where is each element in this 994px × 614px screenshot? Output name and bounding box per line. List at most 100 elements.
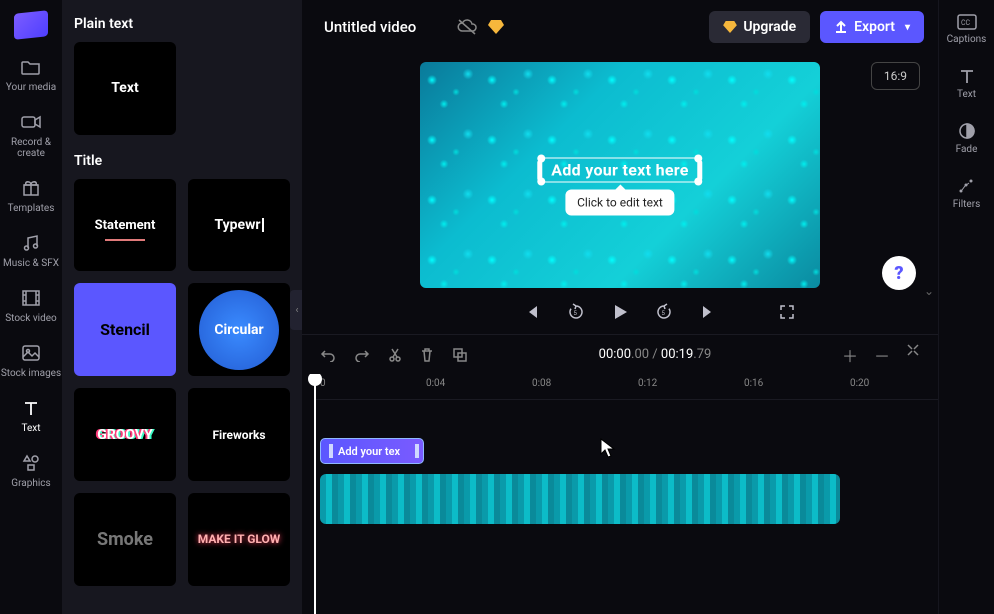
clip-handle-icon[interactable] <box>329 444 333 458</box>
captions-icon: CC <box>957 14 977 30</box>
tick-label: 0:04 <box>426 378 445 389</box>
rewind-5-button[interactable]: 5 <box>565 301 587 323</box>
stage-wrap: 16:9 Add your text here Click to edit te… <box>302 54 938 290</box>
svg-text:5: 5 <box>574 310 578 317</box>
thumb-label: Circular <box>214 322 263 338</box>
resize-handle-icon[interactable] <box>537 160 542 180</box>
panel-filters[interactable]: Filters <box>953 177 981 210</box>
thumb-groovy[interactable]: GROOVY <box>74 388 176 481</box>
diamond-icon <box>488 20 504 34</box>
asset-panel: Plain text Text Title Statement Typewr S… <box>62 0 302 614</box>
fade-icon <box>958 122 976 140</box>
cloud-off-icon[interactable] <box>456 18 478 36</box>
panel-text[interactable]: Text <box>957 67 976 100</box>
nav-label: Text <box>21 423 40 434</box>
timeline[interactable]: 0 0:04 0:08 0:12 0:16 0:20 Add your tex <box>302 374 938 614</box>
svg-text:5: 5 <box>662 310 666 317</box>
nav-label: Templates <box>8 203 55 214</box>
tick-label: 0:16 <box>744 378 763 389</box>
tick-label: 0:08 <box>532 378 551 389</box>
thumb-label: Fireworks <box>212 428 265 442</box>
thumb-fireworks[interactable]: Fireworks <box>188 388 290 481</box>
nav-label: Graphics <box>11 478 50 489</box>
nav-label: Music & SFX <box>3 258 59 269</box>
undo-button[interactable] <box>320 348 336 362</box>
panel-fade[interactable]: Fade <box>956 122 978 155</box>
clip-handle-icon[interactable] <box>415 444 419 458</box>
export-button[interactable]: Export ▾ <box>820 11 924 43</box>
timeline-ruler[interactable]: 0 0:04 0:08 0:12 0:16 0:20 <box>314 374 938 400</box>
app-logo[interactable] <box>14 10 48 40</box>
right-properties-rail: CC Captions Text Fade Filters <box>938 0 994 614</box>
skip-start-button[interactable] <box>521 301 543 323</box>
section-title: Title <box>74 153 290 169</box>
nav-stock-images[interactable]: Stock images <box>1 342 61 379</box>
nav-label: Your media <box>6 82 56 93</box>
filters-icon <box>957 177 975 195</box>
text-clip[interactable]: Add your tex <box>320 438 424 464</box>
main-area: Upgrade Export ▾ 16:9 Add your text here <box>302 0 938 614</box>
nav-stock-video[interactable]: Stock video <box>5 287 57 324</box>
topbar: Upgrade Export ▾ <box>302 0 938 54</box>
playhead[interactable] <box>314 374 316 614</box>
panel-label: Text <box>957 89 976 100</box>
gift-icon <box>20 177 42 199</box>
thumb-label: Smoke <box>97 529 153 550</box>
thumb-label: Text <box>111 80 138 96</box>
text-icon <box>958 67 976 85</box>
camera-icon <box>20 111 42 133</box>
thumb-plain-text[interactable]: Text <box>74 42 176 135</box>
thumb-circular[interactable]: Circular <box>188 283 290 376</box>
thumb-stencil[interactable]: Stencil <box>74 283 176 376</box>
thumb-make-it-glow[interactable]: MAKE IT GLOW <box>188 493 290 586</box>
video-preview[interactable]: Add your text here Click to edit text <box>420 62 820 288</box>
nav-music-sfx[interactable]: Music & SFX <box>3 232 59 269</box>
forward-5-button[interactable]: 5 <box>653 301 675 323</box>
nav-text[interactable]: Text <box>20 397 42 434</box>
clip-label: Add your tex <box>338 445 400 458</box>
upgrade-button[interactable]: Upgrade <box>709 11 810 43</box>
thumb-label: Stencil <box>100 320 150 339</box>
fullscreen-button[interactable] <box>776 301 798 323</box>
project-title-input[interactable] <box>316 12 446 42</box>
nav-label: Record & create <box>0 137 62 159</box>
duplicate-button[interactable] <box>452 347 468 363</box>
diamond-icon <box>723 21 737 33</box>
text-element-selected[interactable]: Add your text here Click to edit text <box>540 158 699 183</box>
thumb-typewriter[interactable]: Typewr <box>188 179 290 272</box>
thumb-label: MAKE IT GLOW <box>198 533 281 546</box>
play-button[interactable] <box>609 301 631 323</box>
split-button[interactable] <box>388 347 402 363</box>
panel-captions[interactable]: CC Captions <box>947 14 987 45</box>
nav-templates[interactable]: Templates <box>8 177 55 214</box>
aspect-ratio-button[interactable]: 16:9 <box>871 62 920 90</box>
nav-graphics[interactable]: Graphics <box>11 452 50 489</box>
upload-icon <box>834 20 848 34</box>
skip-end-button[interactable] <box>697 301 719 323</box>
video-clip[interactable] <box>320 474 840 524</box>
thumb-smoke[interactable]: Smoke <box>74 493 176 586</box>
redo-button[interactable] <box>354 348 370 362</box>
player-controls: 5 5 <box>302 290 938 334</box>
edit-tooltip: Click to edit text <box>565 190 675 216</box>
button-label: Export <box>854 19 895 35</box>
text-icon <box>20 397 42 419</box>
image-icon <box>20 342 42 364</box>
panel-label: Captions <box>947 34 987 45</box>
timeline-toolbar: 00:00.00 / 00:19.79 ＋ － <box>302 334 938 374</box>
help-button[interactable]: ? <box>882 256 916 290</box>
shapes-icon <box>20 452 42 474</box>
fit-timeline-button[interactable] <box>906 343 920 367</box>
zoom-in-button[interactable]: ＋ <box>842 343 858 367</box>
left-nav-rail: Your media Record & create Templates Mus… <box>0 0 62 614</box>
collapse-panel-button[interactable]: ‹ <box>290 290 302 330</box>
nav-your-media[interactable]: Your media <box>6 56 56 93</box>
overlay-text[interactable]: Add your text here <box>551 161 688 180</box>
delete-button[interactable] <box>420 347 434 363</box>
zoom-out-button[interactable]: － <box>874 343 890 367</box>
resize-handle-icon[interactable] <box>698 160 703 180</box>
folder-icon <box>20 56 42 78</box>
tick-label: 0:20 <box>850 378 869 389</box>
thumb-statement[interactable]: Statement <box>74 179 176 272</box>
nav-record-create[interactable]: Record & create <box>0 111 62 159</box>
